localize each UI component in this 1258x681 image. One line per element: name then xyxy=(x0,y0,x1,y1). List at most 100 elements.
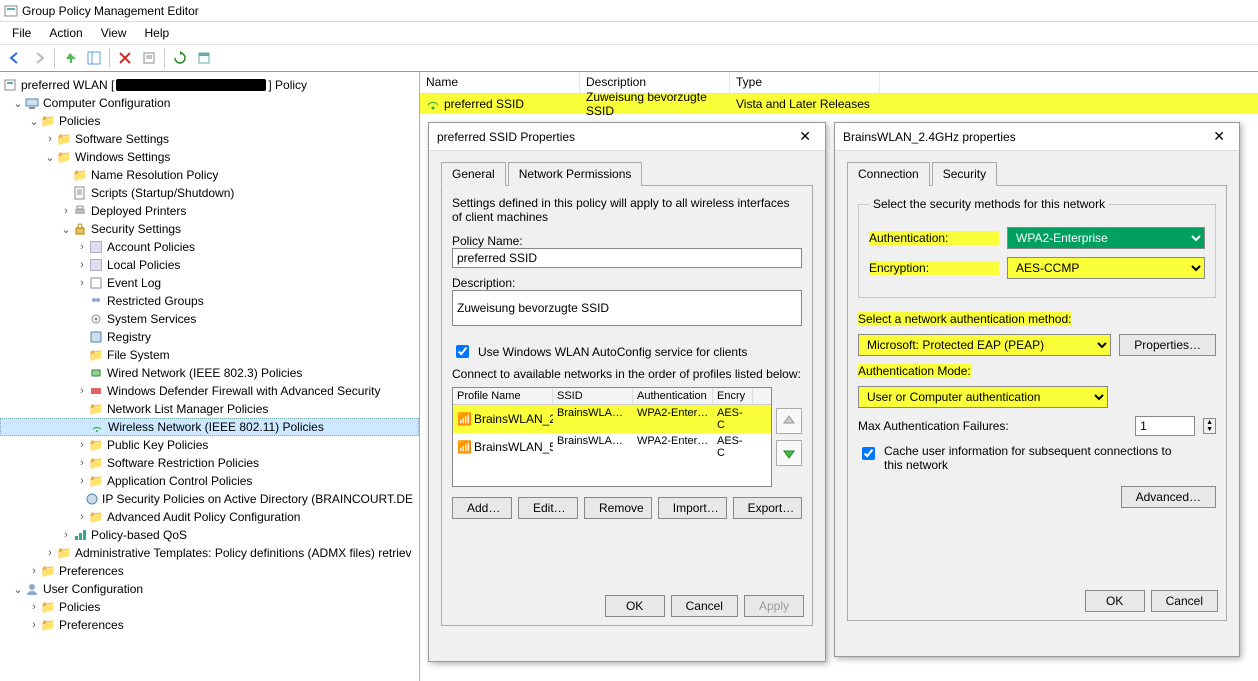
tree-wired[interactable]: Wired Network (IEEE 802.3) Policies xyxy=(0,364,419,382)
tab-general[interactable]: General xyxy=(441,162,506,186)
tree-root[interactable]: preferred WLAN [ ] Policy xyxy=(0,76,419,94)
ok-button[interactable]: OK xyxy=(1085,590,1145,612)
export-button[interactable]: Export… xyxy=(733,497,802,519)
col-name[interactable]: Name xyxy=(420,72,580,93)
cache-checkbox[interactable] xyxy=(862,447,875,460)
tree-firewall[interactable]: ›Windows Defender Firewall with Advanced… xyxy=(0,382,419,400)
move-up-button[interactable] xyxy=(776,408,802,434)
expand-icon[interactable]: › xyxy=(76,457,88,469)
expand-icon[interactable]: › xyxy=(60,205,72,217)
menu-view[interactable]: View xyxy=(93,24,135,42)
back-button[interactable] xyxy=(4,47,26,69)
policy-name-input[interactable] xyxy=(452,248,802,268)
close-icon[interactable]: ✕ xyxy=(793,128,817,145)
tree-admx[interactable]: ›📁Administrative Templates: Policy defin… xyxy=(0,544,419,562)
tree-name-resolution[interactable]: 📁Name Resolution Policy xyxy=(0,166,419,184)
tree-ipsec[interactable]: IP Security Policies on Active Directory… xyxy=(0,490,419,508)
spinner-down[interactable]: ▼ xyxy=(1204,426,1215,433)
menu-file[interactable]: File xyxy=(4,24,39,42)
tree-user-config[interactable]: ⌄User Configuration xyxy=(0,580,419,598)
collapse-icon[interactable]: ⌄ xyxy=(60,223,72,236)
expand-icon[interactable]: › xyxy=(28,619,40,631)
expand-icon[interactable]: › xyxy=(76,241,88,253)
tree-audit[interactable]: ›📁Advanced Audit Policy Configuration xyxy=(0,508,419,526)
close-icon[interactable]: ✕ xyxy=(1207,128,1231,145)
add-button[interactable]: Add… xyxy=(452,497,512,519)
properties-button[interactable] xyxy=(138,47,160,69)
ok-button[interactable]: OK xyxy=(605,595,665,617)
tree-user-prefs[interactable]: ›📁Preferences xyxy=(0,616,419,634)
tab-security[interactable]: Security xyxy=(932,162,997,186)
profiles-table[interactable]: Profile Name SSID Authentication Encry 📶… xyxy=(452,387,772,487)
tree-scripts[interactable]: Scripts (Startup/Shutdown) xyxy=(0,184,419,202)
tree-event-log[interactable]: ›Event Log xyxy=(0,274,419,292)
tree-file-system[interactable]: 📁File System xyxy=(0,346,419,364)
cancel-button[interactable]: Cancel xyxy=(671,595,738,617)
tab-network-permissions[interactable]: Network Permissions xyxy=(508,162,643,186)
export-list-button[interactable] xyxy=(193,47,215,69)
collapse-icon[interactable]: ⌄ xyxy=(12,583,24,596)
tree-windows-settings[interactable]: ⌄📁Windows Settings xyxy=(0,148,419,166)
tree-preferences[interactable]: ›📁Preferences xyxy=(0,562,419,580)
max-fail-input[interactable] xyxy=(1135,416,1195,436)
forward-button[interactable] xyxy=(28,47,50,69)
remove-button[interactable]: Remove xyxy=(584,497,652,519)
collapse-icon[interactable]: ⌄ xyxy=(28,115,40,128)
tree-system-services[interactable]: System Services xyxy=(0,310,419,328)
tree-software-settings[interactable]: ›📁Software Settings xyxy=(0,130,419,148)
expand-icon[interactable]: › xyxy=(44,547,56,559)
tree-qos[interactable]: ›Policy-based QoS xyxy=(0,526,419,544)
tree-security-settings[interactable]: ⌄Security Settings xyxy=(0,220,419,238)
properties-button[interactable]: Properties… xyxy=(1119,334,1216,356)
move-down-button[interactable] xyxy=(776,440,802,466)
expand-icon[interactable]: › xyxy=(28,565,40,577)
refresh-button[interactable] xyxy=(169,47,191,69)
autoconfig-checkbox[interactable] xyxy=(456,345,469,358)
tree-local-policies[interactable]: ›Local Policies xyxy=(0,256,419,274)
tree-swrestrict[interactable]: ›📁Software Restriction Policies xyxy=(0,454,419,472)
tree-network-list[interactable]: 📁Network List Manager Policies xyxy=(0,400,419,418)
up-button[interactable] xyxy=(59,47,81,69)
tree-policies[interactable]: ⌄ 📁 Policies xyxy=(0,112,419,130)
delete-button[interactable] xyxy=(114,47,136,69)
show-hide-tree-button[interactable] xyxy=(83,47,105,69)
cancel-button[interactable]: Cancel xyxy=(1151,590,1218,612)
expand-icon[interactable]: › xyxy=(76,259,88,271)
tree-restricted-groups[interactable]: Restricted Groups xyxy=(0,292,419,310)
tree-registry[interactable]: Registry xyxy=(0,328,419,346)
encryption-select[interactable]: AES-CCMP xyxy=(1007,257,1205,279)
expand-icon[interactable]: › xyxy=(76,277,88,289)
tab-connection[interactable]: Connection xyxy=(847,162,930,186)
description-input[interactable] xyxy=(452,290,802,326)
edit-button[interactable]: Edit… xyxy=(518,497,578,519)
col-type[interactable]: Type xyxy=(730,72,880,93)
import-button[interactable]: Import… xyxy=(658,497,727,519)
tree-user-policies[interactable]: ›📁Policies xyxy=(0,598,419,616)
expand-icon[interactable]: › xyxy=(76,385,88,397)
apply-button[interactable]: Apply xyxy=(744,595,804,617)
menu-help[interactable]: Help xyxy=(137,24,178,42)
collapse-icon[interactable]: ⌄ xyxy=(12,97,24,110)
tree-appcontrol[interactable]: ›📁Application Control Policies xyxy=(0,472,419,490)
tree-wireless[interactable]: Wireless Network (IEEE 802.11) Policies xyxy=(0,418,419,436)
tree-computer-config[interactable]: ⌄ Computer Configuration xyxy=(0,94,419,112)
list-row[interactable]: preferred SSID Zuweisung bevorzugte SSID… xyxy=(420,94,1258,114)
expand-icon[interactable]: › xyxy=(76,511,88,523)
tree-deployed-printers[interactable]: ›Deployed Printers xyxy=(0,202,419,220)
collapse-icon[interactable]: ⌄ xyxy=(44,151,56,164)
expand-icon[interactable]: › xyxy=(76,439,88,451)
expand-icon[interactable]: › xyxy=(44,133,56,145)
expand-icon[interactable]: › xyxy=(60,529,72,541)
profile-row-1[interactable]: 📶BrainsWLAN_2.4… BrainsWLAN_… WPA2-Enter… xyxy=(453,405,771,433)
expand-icon[interactable]: › xyxy=(28,601,40,613)
advanced-button[interactable]: Advanced… xyxy=(1121,486,1216,508)
spinner-up[interactable]: ▲ xyxy=(1204,419,1215,426)
authentication-select[interactable]: WPA2-Enterprise xyxy=(1007,227,1205,249)
tree-pubkey[interactable]: ›📁Public Key Policies xyxy=(0,436,419,454)
netauth-method-select[interactable]: Microsoft: Protected EAP (PEAP) xyxy=(858,334,1111,356)
tree-account-policies[interactable]: ›Account Policies xyxy=(0,238,419,256)
auth-mode-select[interactable]: User or Computer authentication xyxy=(858,386,1108,408)
expand-icon[interactable]: › xyxy=(76,475,88,487)
profile-row-2[interactable]: 📶BrainsWLAN_5GHz BrainsWLAN_… WPA2-Enter… xyxy=(453,433,771,461)
menu-action[interactable]: Action xyxy=(41,24,90,42)
